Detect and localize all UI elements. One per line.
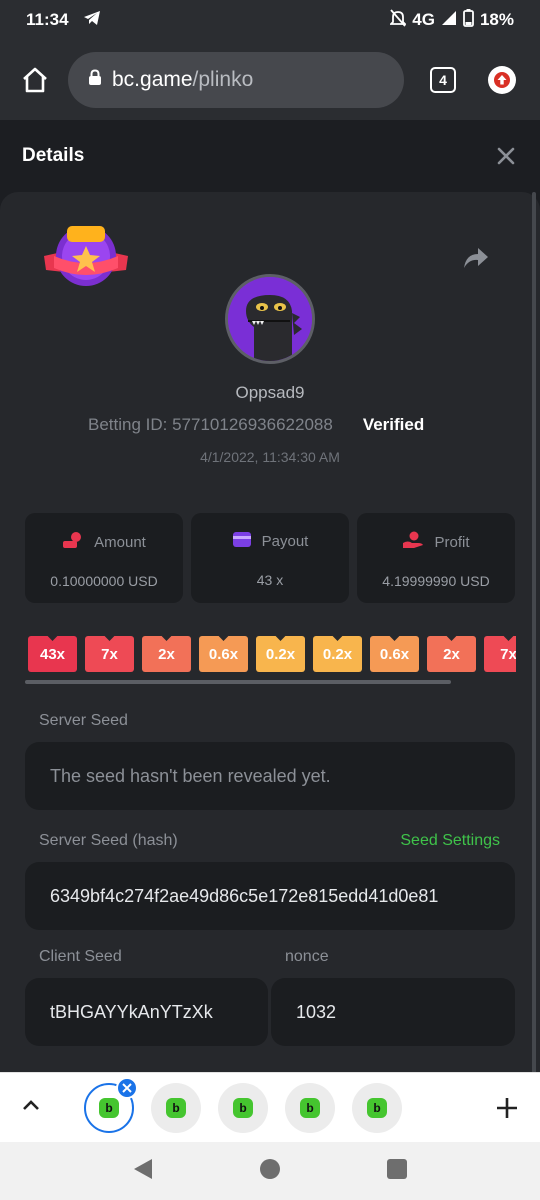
multiplier-chip: 2x [142,636,191,672]
home-circle-icon[interactable] [259,1158,281,1185]
new-tab-icon[interactable] [494,1095,520,1121]
bc-game-logo-icon: b [99,1097,119,1118]
update-icon[interactable] [488,66,516,94]
multiplier-chip: 43x [28,636,77,672]
server-seed-label: Server Seed [39,712,128,729]
stat-profit-label: Profit [434,533,470,551]
home-icon[interactable] [18,63,52,97]
share-icon[interactable] [462,244,490,270]
details-sheet: Details Oppsad9 Betting ID: 577101269366… [0,120,540,1072]
tab-thumbnail-active[interactable]: b [84,1076,138,1133]
stat-amount-label: Amount [94,533,146,551]
stat-profit: Profit 4.19999990 USD [357,513,515,603]
multiplier-chip: 7x [85,636,134,672]
multiplier-chip: 7x [484,636,516,672]
server-seed-hash-label: Server Seed (hash) [39,832,178,849]
bc-game-logo-icon: b [367,1097,387,1118]
amount-icon [62,531,84,553]
close-icon[interactable] [494,144,518,168]
url-path: /plinko [192,68,254,91]
signal-icon [441,10,457,31]
close-tab-icon[interactable] [116,1076,138,1099]
betting-id: Betting ID: 57710126936622088 [88,415,333,434]
verified-badge[interactable]: Verified [363,415,424,435]
status-time: 11:34 [26,10,69,29]
tab-thumbnail[interactable]: b [285,1082,335,1133]
multiplier-strip: 43x 7x 2x 0.6x 0.2x 0.2x 0.6x 2x 7x [28,636,516,672]
nonce-value: 1032 [296,1001,337,1022]
system-navigation-bar [0,1142,540,1200]
sheet-title: Details [22,145,85,166]
nonce-field[interactable]: 1032 [271,978,515,1046]
avatar [225,274,315,364]
nonce-label: nonce [285,948,329,965]
tab-thumbnail[interactable]: b [352,1082,402,1133]
status-bar: 11:34 4G 18% [0,0,540,40]
server-seed-hash-value: 6349bf4c274f2ae49d86c5e172e815edd41d0e81 [50,885,439,906]
seed-settings-link[interactable]: Seed Settings [400,832,500,850]
wallet-icon [232,531,252,552]
server-seed-value: The seed hasn't been revealed yet. [50,765,331,786]
multiplier-chip: 2x [427,636,476,672]
win-badge-icon [42,222,130,292]
server-seed-field[interactable]: The seed hasn't been revealed yet. [25,742,515,810]
tab-switcher-button[interactable]: 4 [430,67,456,93]
server-seed-hash-field[interactable]: 6349bf4c274f2ae49d86c5e172e815edd41d0e81 [25,862,515,930]
client-seed-field[interactable]: tBHGAYYkAnYTzXk [25,978,268,1046]
username: Oppsad9 [235,383,305,402]
battery-icon [463,8,474,32]
browser-toolbar: bc.game/plinko 4 [0,40,540,120]
battery-percent: 18% [479,10,514,29]
tab-thumbnail[interactable]: b [218,1082,268,1133]
stat-amount-value: 0.10000000 USD [50,573,158,589]
bc-game-logo-icon: b [233,1097,253,1118]
multiplier-scrollbar[interactable] [25,680,451,684]
multiplier-chip: 0.6x [370,636,419,672]
multiplier-chip: 0.2x [256,636,305,672]
network-label: 4G [412,10,435,29]
address-bar[interactable]: bc.game/plinko [68,52,404,108]
multiplier-chip: 0.6x [199,636,248,672]
bc-game-logo-icon: b [300,1097,320,1118]
bc-game-logo-icon: b [166,1097,186,1118]
betting-id-row: Betting ID: 57710126936622088 Verified [88,415,424,435]
profit-icon [402,531,424,553]
muted-bell-icon [389,8,408,32]
back-icon[interactable] [132,1157,154,1186]
stat-payout-value: 43 x [256,572,284,588]
stat-profit-value: 4.19999990 USD [382,573,490,589]
client-seed-label: Client Seed [39,948,122,965]
recents-icon[interactable] [386,1158,408,1185]
stat-payout-label: Payout [261,533,309,550]
bet-timestamp: 4/1/2022, 11:34:30 AM [200,449,340,465]
stat-payout: Payout 43 x [191,513,349,603]
tab-strip: b b b b b [0,1072,540,1142]
url-host: bc.game [112,68,193,91]
telegram-icon [83,10,101,31]
lock-icon [88,68,102,92]
bet-details-card: Oppsad9 Betting ID: 57710126936622088 Ve… [0,192,540,1072]
stats-row: Amount 0.10000000 USD Payout 43 x Profit… [25,513,515,603]
chevron-up-icon[interactable] [20,1098,42,1117]
sheet-header: Details [0,120,540,192]
scrollbar[interactable] [532,192,536,1072]
stat-amount: Amount 0.10000000 USD [25,513,183,603]
multiplier-chip: 0.2x [313,636,362,672]
client-seed-value: tBHGAYYkAnYTzXk [50,1001,213,1022]
tab-thumbnail[interactable]: b [151,1082,201,1133]
